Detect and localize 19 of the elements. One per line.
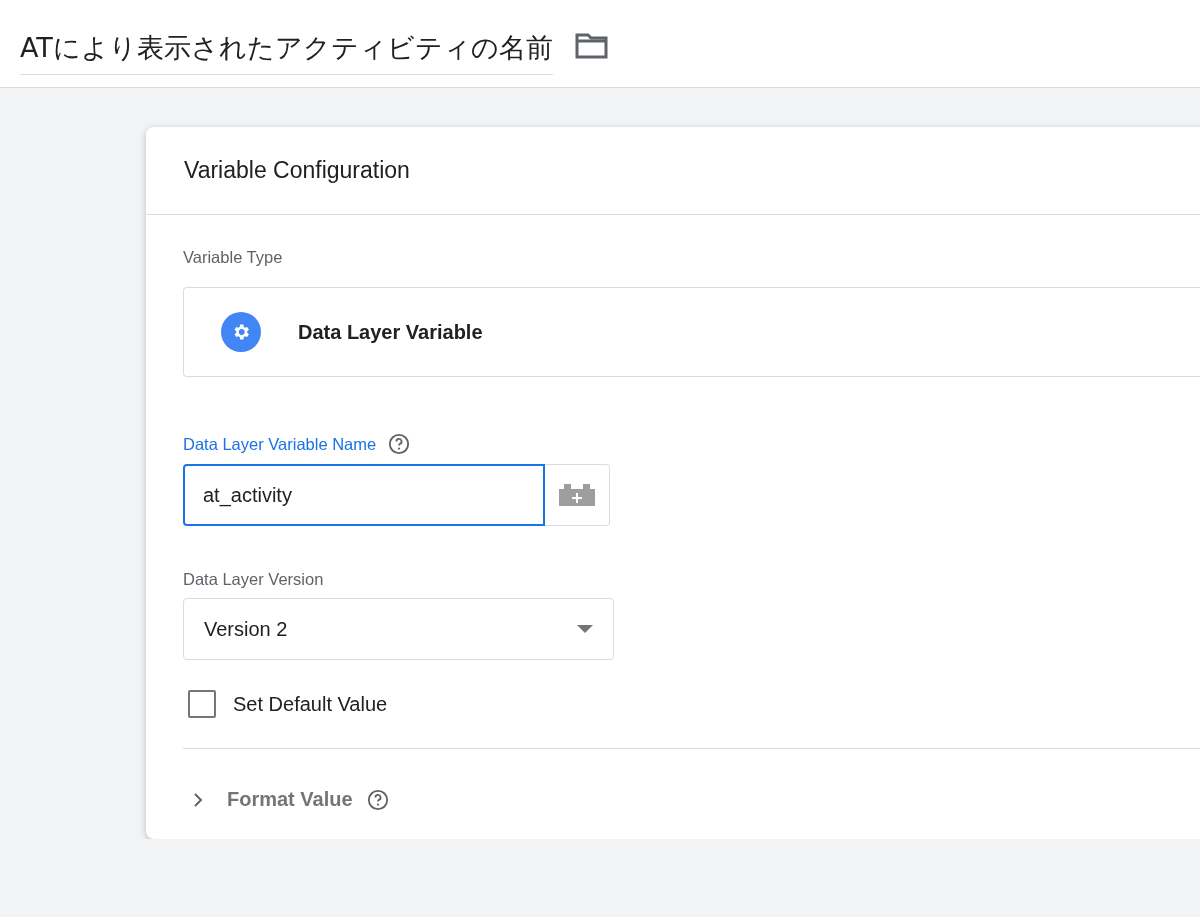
version-dropdown[interactable]: Version 2 [183, 598, 614, 660]
checkbox[interactable] [188, 690, 216, 718]
brick-plus-icon [559, 484, 595, 506]
format-value-expander[interactable]: Format Value [183, 788, 353, 811]
gear-icon [221, 312, 261, 352]
folder-icon[interactable] [574, 31, 609, 60]
help-icon[interactable] [366, 788, 389, 811]
card-title: Variable Configuration [184, 157, 410, 184]
dropdown-caret-icon [577, 625, 593, 633]
variable-type-card[interactable]: Data Layer Variable [183, 287, 1200, 377]
variable-name-input[interactable]: at_activity [183, 464, 545, 526]
variable-type-name: Data Layer Variable [298, 320, 483, 344]
field-label: Variable Type [183, 248, 284, 267]
add-variable-button[interactable] [545, 464, 610, 526]
help-icon[interactable] [388, 433, 411, 455]
chevron-icon [193, 791, 203, 808]
field-label: Data Layer Variable Name [183, 434, 377, 454]
field-label: Data Layer Version [183, 570, 325, 589]
checkbox-label: Set Default Value [233, 692, 388, 716]
